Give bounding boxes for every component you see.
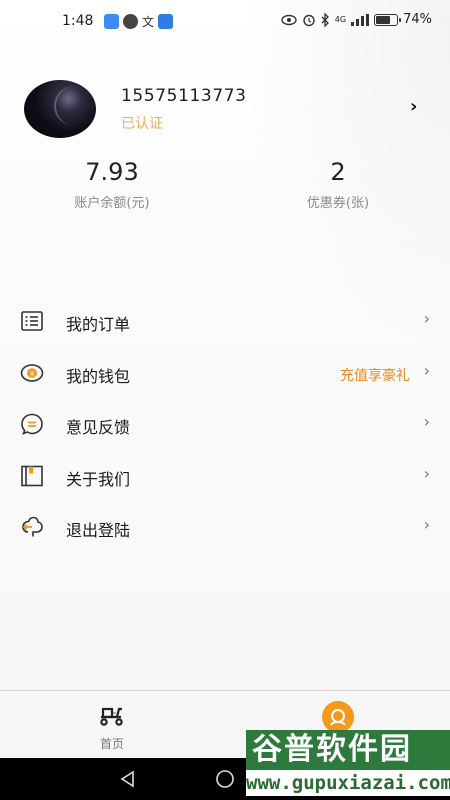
status-right-icons: 4G 74%	[281, 12, 432, 27]
menu-item-logout[interactable]: 退出登陆 ›	[0, 501, 450, 553]
coupon-stat[interactable]: 2 优惠券(张)	[268, 158, 408, 211]
menu-list: 我的订单 › ¥ 我的钱包 充值享豪礼 › 意见反馈 › 关于我们 › 退出登陆…	[0, 295, 450, 553]
menu-label-about: 关于我们	[66, 469, 131, 489]
logout-icon	[22, 516, 43, 537]
wallet-promo-text: 充值享豪礼	[340, 367, 410, 384]
menu-item-about[interactable]: 关于我们 ›	[0, 450, 450, 502]
home-circle-icon[interactable]	[214, 769, 236, 789]
chevron-right-icon: ›	[423, 309, 430, 328]
balance-value: 7.93	[85, 158, 139, 186]
profile-header[interactable]: 15575113773 已认证 ›	[0, 70, 450, 150]
watermark-url: www.gupuxiazai.com	[246, 770, 450, 796]
watermark-title: 谷普软件园	[246, 730, 450, 770]
back-icon[interactable]	[118, 769, 138, 789]
coupon-value: 2	[330, 158, 346, 186]
tab-home-label: 首页	[99, 737, 124, 751]
balance-label: 账户余额(元)	[74, 196, 150, 211]
avatar[interactable]	[24, 80, 96, 138]
battery-level	[376, 15, 391, 24]
bluetooth-icon	[321, 12, 329, 27]
scooter-icon	[100, 707, 123, 726]
network-type: 4G	[334, 15, 347, 24]
feedback-icon	[21, 413, 43, 435]
verified-badge: 已认证	[121, 116, 163, 132]
wechat-icon	[123, 14, 138, 29]
chevron-right-icon: ›	[423, 515, 430, 534]
wallet-yen-icon: ¥	[20, 363, 44, 382]
chevron-right-icon: ›	[423, 463, 430, 483]
menu-label-feedback: 意见反馈	[66, 418, 131, 437]
order-list-icon	[21, 311, 43, 331]
chevron-right-icon: ›	[423, 360, 430, 380]
menu-label-logout: 退出登陆	[66, 521, 131, 540]
coupon-label: 优惠券(张)	[306, 196, 370, 211]
chevron-right-icon: ›	[423, 412, 430, 431]
cloud-icon	[104, 14, 119, 29]
translate-icon: 文	[142, 15, 155, 29]
menu-item-wallet[interactable]: ¥ 我的钱包 充值享豪礼 ›	[0, 347, 450, 399]
menu-item-orders[interactable]: 我的订单 ›	[0, 295, 450, 347]
eye-icon	[281, 14, 297, 25]
status-bar: 1:48 文 4G 74%	[0, 0, 450, 44]
svg-text:¥: ¥	[30, 370, 35, 378]
battery-percent: 74%	[403, 12, 432, 27]
status-time: 1:48	[62, 13, 94, 29]
app-notification-icon	[158, 14, 174, 29]
about-book-icon	[21, 465, 43, 486]
menu-label-wallet: 我的钱包	[66, 366, 131, 386]
watermark: 谷普软件园 www.gupuxiazai.com	[246, 728, 450, 800]
menu-item-feedback[interactable]: 意见反馈 ›	[0, 398, 450, 450]
balance-stat[interactable]: 7.93 账户余额(元)	[42, 158, 182, 211]
chevron-right-icon[interactable]: ›	[410, 96, 417, 117]
signal-icon	[351, 13, 370, 26]
alarm-icon	[303, 14, 315, 26]
battery-icon	[374, 13, 402, 26]
app-screen: 1:48 文 4G 74% 15575113773 已认证 › 7.93 账户余…	[0, 0, 450, 800]
menu-label-orders: 我的订单	[66, 315, 131, 334]
tab-home[interactable]: 首页	[52, 691, 172, 759]
user-phone: 15575113773	[121, 86, 247, 106]
notification-icons: 文	[104, 13, 174, 30]
